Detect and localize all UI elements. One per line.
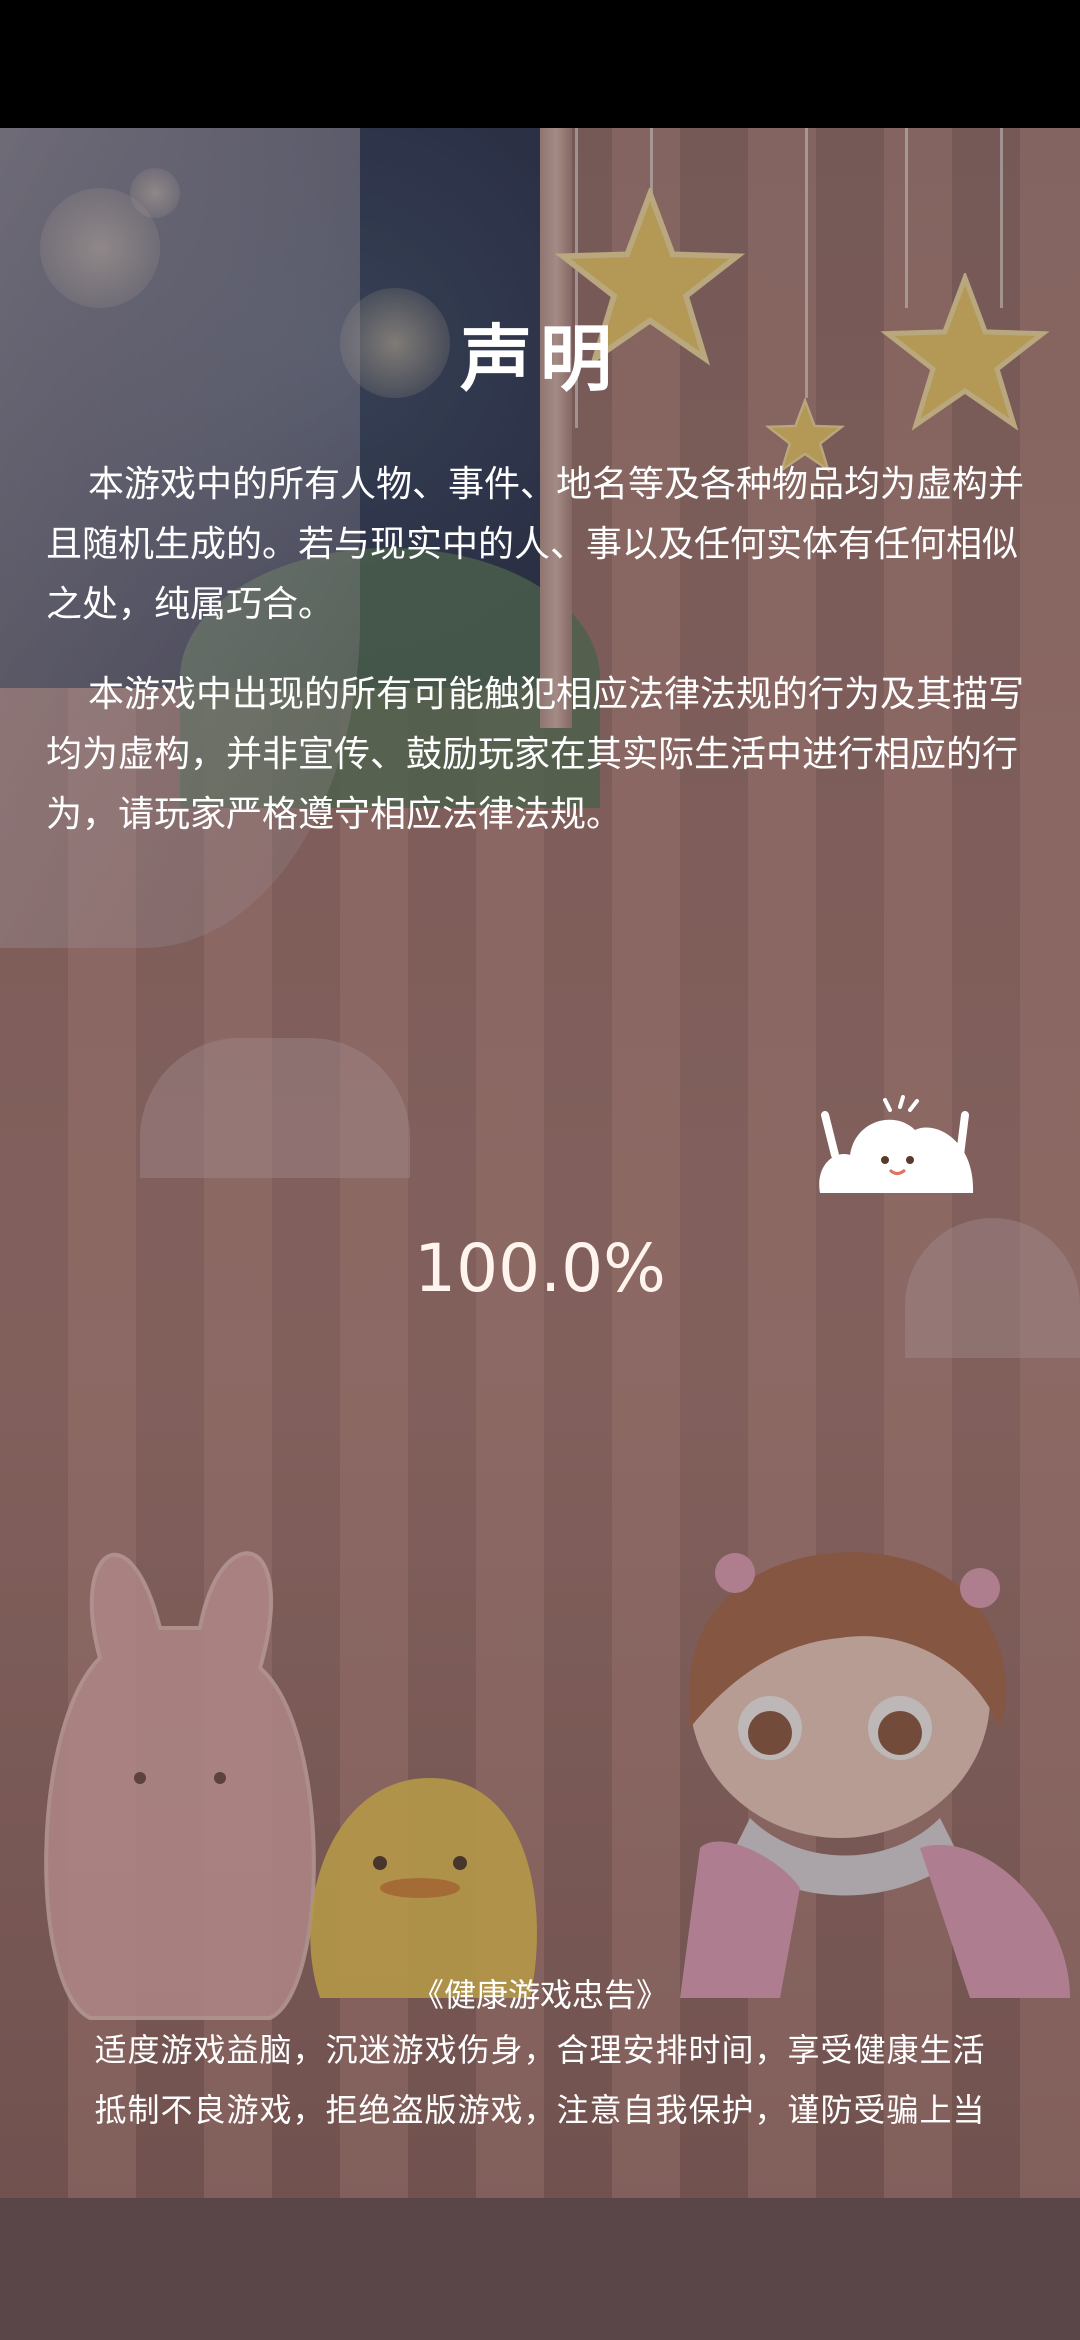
bottom-band [0, 2198, 1080, 2340]
notice-paragraph: 本游戏中的所有人物、事件、地名等及各种物品均为虚构并且随机生成的。若与现实中的人… [46, 464, 1025, 625]
notice-paragraph: 本游戏中出现的所有可能触犯相应法律法规的行为及其描写均为虚构，并非宣传、鼓励玩家… [46, 674, 1025, 835]
status-bar [0, 0, 1080, 128]
health-advice-line: 抵制不良游戏，拒绝盗版游戏，注意自我保护，谨防受骗上当 [94, 2091, 986, 2129]
health-advice-title: 《健康游戏忠告》 [411, 1976, 668, 2014]
cloud-mascot-icon [819, 1095, 974, 1193]
loading-progress-text: 100.0% [414, 1230, 666, 1307]
health-advice-line: 适度游戏益脑，沉迷游戏伤身，合理安排时间，享受健康生活 [94, 2031, 986, 2069]
notice-title: 声明 [459, 317, 620, 401]
